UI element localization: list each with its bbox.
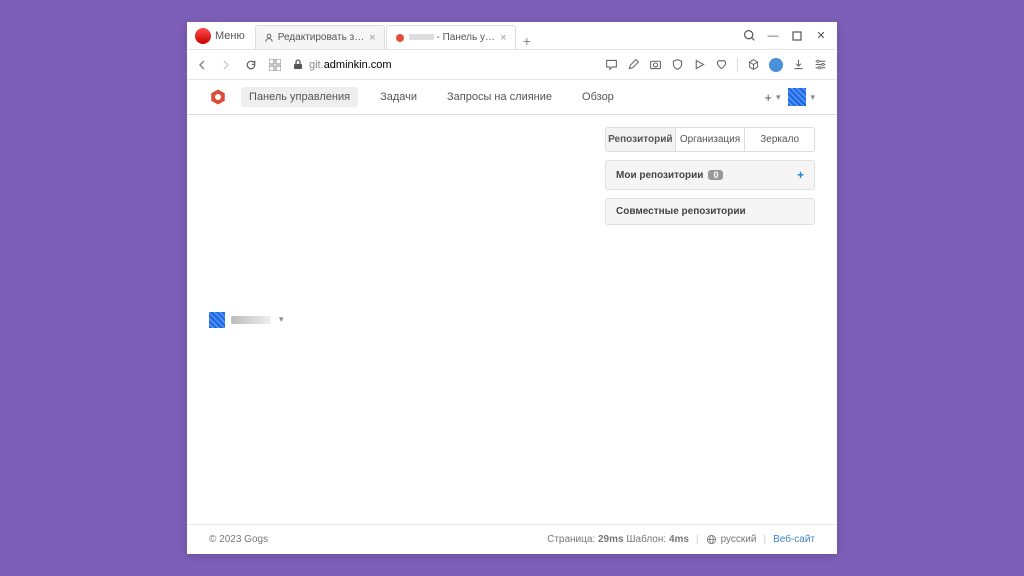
browser-tab[interactable]: Редактировать запись "У... × bbox=[255, 25, 385, 49]
titlebar: Меню Редактировать запись "У... × - Пане… bbox=[187, 22, 837, 50]
download-icon[interactable] bbox=[792, 58, 805, 71]
url-text: git.adminkin.com bbox=[309, 59, 392, 71]
profile-icon[interactable] bbox=[769, 58, 783, 72]
tab-title: - Панель управл bbox=[409, 32, 497, 43]
nav-explore[interactable]: Обзор bbox=[574, 87, 622, 107]
close-icon[interactable]: × bbox=[500, 32, 506, 44]
username-masked bbox=[231, 316, 271, 324]
maximize-button[interactable] bbox=[787, 26, 807, 46]
search-icon[interactable] bbox=[739, 26, 759, 46]
shield-icon[interactable] bbox=[671, 58, 684, 71]
new-tab-button[interactable]: + bbox=[517, 33, 537, 49]
app-nav: Панель управления Задачи Запросы на слия… bbox=[187, 80, 837, 115]
play-icon[interactable] bbox=[693, 58, 706, 71]
back-button[interactable] bbox=[197, 60, 211, 70]
panel-title: Совместные репозитории bbox=[616, 206, 746, 217]
refresh-button[interactable] bbox=[245, 59, 259, 71]
copyright: © 2023 Gogs bbox=[209, 534, 268, 545]
edit-icon[interactable] bbox=[627, 58, 640, 71]
camera-icon[interactable] bbox=[649, 58, 662, 71]
website-link[interactable]: Веб-сайт bbox=[773, 534, 815, 545]
tab-title: Редактировать запись "У... bbox=[278, 32, 366, 43]
create-dropdown[interactable]: +▾ bbox=[764, 90, 780, 105]
browser-tab[interactable]: - Панель управл × bbox=[386, 25, 516, 49]
opera-logo-icon[interactable] bbox=[195, 28, 211, 44]
minimize-button[interactable]: — bbox=[763, 26, 783, 46]
my-repos-panel: Мои репозитории 0 + bbox=[605, 160, 815, 190]
browser-tabs: Редактировать запись "У... × - Панель уп… bbox=[255, 22, 537, 49]
speed-dial-icon[interactable] bbox=[269, 59, 283, 71]
heart-icon[interactable] bbox=[715, 58, 728, 71]
user-avatar-icon bbox=[209, 312, 225, 328]
repo-count-badge: 0 bbox=[708, 170, 723, 180]
address-bar: git.adminkin.com bbox=[187, 50, 837, 80]
repo-tabs: Репозиторий Организация Зеркало bbox=[605, 127, 815, 152]
toolbar-icons bbox=[605, 58, 827, 72]
gogs-logo-icon[interactable] bbox=[209, 88, 227, 106]
browser-window: Меню Редактировать запись "У... × - Пане… bbox=[187, 22, 837, 554]
user-breadcrumb[interactable]: ▾ bbox=[209, 127, 284, 512]
page-time-label: Страница: 29ms Шаблон: 4ms bbox=[547, 534, 689, 545]
tab-repository[interactable]: Репозиторий bbox=[606, 128, 676, 151]
user-avatar-icon bbox=[788, 88, 806, 106]
panel-title: Мои репозитории bbox=[616, 170, 703, 181]
forward-button[interactable] bbox=[221, 60, 235, 70]
settings-icon[interactable] bbox=[814, 58, 827, 71]
collab-repos-panel: Совместные репозитории bbox=[605, 198, 815, 225]
chevron-down-icon: ▾ bbox=[279, 314, 284, 325]
separator bbox=[737, 58, 738, 72]
cube-icon[interactable] bbox=[747, 58, 760, 71]
close-button[interactable]: ✕ bbox=[811, 26, 831, 46]
separator: | bbox=[696, 534, 699, 545]
window-controls: — ✕ bbox=[739, 26, 837, 46]
menu-label[interactable]: Меню bbox=[215, 30, 245, 42]
footer: © 2023 Gogs Страница: 29ms Шаблон: 4ms |… bbox=[187, 524, 837, 554]
url-box[interactable]: git.adminkin.com bbox=[293, 59, 392, 71]
chat-icon[interactable] bbox=[605, 58, 618, 71]
language-selector[interactable]: русский bbox=[721, 534, 757, 545]
close-icon[interactable]: × bbox=[369, 32, 375, 44]
lock-icon bbox=[293, 59, 303, 70]
add-repo-button[interactable]: + bbox=[797, 168, 804, 182]
separator: | bbox=[763, 534, 766, 545]
person-icon bbox=[264, 33, 274, 43]
nav-pulls[interactable]: Запросы на слияние bbox=[439, 87, 560, 107]
gogs-icon bbox=[395, 33, 405, 43]
right-panel: Репозиторий Организация Зеркало Мои репо… bbox=[605, 127, 815, 512]
nav-dashboard[interactable]: Панель управления bbox=[241, 87, 358, 107]
main-content: ▾ Репозиторий Организация Зеркало Мои ре… bbox=[187, 115, 837, 524]
globe-icon bbox=[706, 534, 717, 545]
user-menu[interactable]: ▾ bbox=[788, 88, 815, 106]
tab-mirror[interactable]: Зеркало bbox=[745, 128, 814, 151]
tab-organization[interactable]: Организация bbox=[676, 128, 746, 151]
nav-issues[interactable]: Задачи bbox=[372, 87, 425, 107]
